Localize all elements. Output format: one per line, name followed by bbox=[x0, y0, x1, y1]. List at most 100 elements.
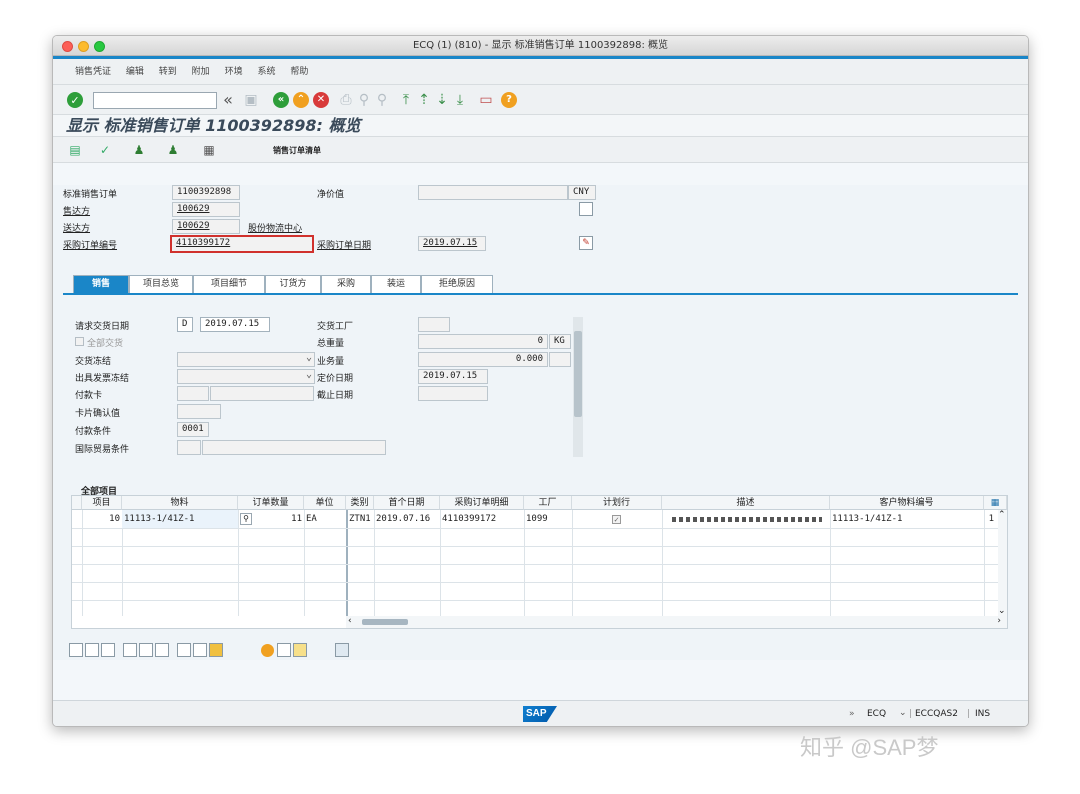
configuration-icon[interactable] bbox=[193, 643, 207, 657]
col-po-item[interactable]: 采购订单明细 bbox=[440, 496, 524, 510]
currency-field[interactable]: CNY bbox=[568, 185, 596, 200]
cell-category[interactable]: ZTN1 bbox=[347, 510, 374, 528]
po-date-label[interactable]: 采购订单日期 bbox=[317, 238, 371, 251]
pricing-icon[interactable] bbox=[177, 643, 191, 657]
enter-check-icon[interactable]: ✓ bbox=[67, 92, 83, 108]
tab-procurement[interactable]: 采购 bbox=[321, 275, 371, 293]
print-icon[interactable]: ⎙ bbox=[338, 92, 354, 108]
cell-plant[interactable]: 1099 bbox=[524, 510, 572, 528]
menu-environment[interactable]: 环境 bbox=[225, 67, 243, 77]
col-description[interactable]: 描述 bbox=[662, 496, 830, 510]
help-icon[interactable]: ? bbox=[501, 92, 517, 108]
deselect-all-icon[interactable] bbox=[139, 643, 153, 657]
cell-first-date[interactable]: 2019.07.16 bbox=[374, 510, 440, 528]
menu-edit[interactable]: 编辑 bbox=[126, 67, 144, 77]
weight-field[interactable]: 0 bbox=[418, 334, 548, 349]
billing-block-dropdown[interactable] bbox=[177, 369, 315, 384]
po-date-field[interactable]: 2019.07.15 bbox=[418, 236, 486, 251]
req-date-field[interactable]: 2019.07.15 bbox=[200, 317, 270, 332]
collapse-command-icon[interactable]: « bbox=[221, 91, 235, 109]
incoterms-field[interactable] bbox=[177, 440, 201, 455]
status-icon[interactable] bbox=[261, 644, 274, 657]
order-list-button[interactable]: 销售订单清单 bbox=[273, 145, 321, 156]
menu-system[interactable]: 系统 bbox=[257, 67, 275, 77]
volume-unit-field[interactable] bbox=[549, 352, 571, 367]
status-system[interactable]: ECQ bbox=[867, 709, 886, 719]
detail-icon[interactable] bbox=[69, 643, 83, 657]
table-hscroll[interactable]: ‹ › bbox=[346, 616, 1007, 628]
config-table-icon[interactable] bbox=[335, 643, 349, 657]
tab-item-overview[interactable]: 项目总览 bbox=[129, 275, 193, 293]
table-settings-icon[interactable]: ▦ bbox=[984, 496, 1007, 510]
col-plant[interactable]: 工厂 bbox=[524, 496, 572, 510]
sort-icon[interactable] bbox=[277, 643, 291, 657]
order-number-field[interactable]: 1100392898 bbox=[172, 185, 240, 200]
tab-reason-rejection[interactable]: 拒绝原因 bbox=[421, 275, 493, 293]
chevron-down-icon[interactable]: ⌄ bbox=[899, 708, 907, 718]
po-number-label[interactable]: 采购订单编号 bbox=[63, 238, 117, 251]
cell-item[interactable]: 10 bbox=[82, 510, 122, 528]
order-list-icon[interactable]: ▦ bbox=[201, 142, 217, 158]
weight-unit-field[interactable]: KG bbox=[549, 334, 571, 349]
tab-shipping[interactable]: 装运 bbox=[371, 275, 421, 293]
cell-unit[interactable]: EA bbox=[304, 510, 346, 528]
status-mode[interactable]: INS bbox=[975, 709, 990, 719]
delivery-block-dropdown[interactable] bbox=[177, 352, 315, 367]
save-icon[interactable]: ▣ bbox=[243, 92, 259, 108]
col-customer-material[interactable]: 客户物料编号 bbox=[830, 496, 984, 510]
check-icon[interactable]: ✓ bbox=[97, 142, 113, 158]
address-icon[interactable] bbox=[579, 202, 593, 216]
payment-terms-field[interactable]: 0001 bbox=[177, 422, 209, 437]
find-icon[interactable]: ⚲ bbox=[356, 92, 372, 108]
sold-to-field[interactable]: 100629 bbox=[172, 202, 240, 217]
menu-goto[interactable]: 转到 bbox=[159, 67, 177, 77]
ship-to-name[interactable]: 股份物流中心 bbox=[248, 221, 302, 234]
close-window-button[interactable] bbox=[62, 41, 73, 52]
net-value-field[interactable] bbox=[418, 185, 568, 200]
select-all-icon[interactable] bbox=[123, 643, 137, 657]
cell-material[interactable]: 11113-1/41Z-1 bbox=[122, 510, 238, 528]
status-arrows[interactable]: » bbox=[849, 709, 855, 719]
scroll-up-icon[interactable]: ⌃ bbox=[998, 510, 1006, 520]
tab-sales[interactable]: 销售 bbox=[73, 275, 129, 293]
ship-to-label[interactable]: 送达方 bbox=[63, 221, 90, 234]
sales-scrollbar[interactable] bbox=[573, 317, 583, 457]
schedule-line-checkbox[interactable]: ✓ bbox=[612, 515, 621, 524]
scroll-down-icon[interactable]: ⌄ bbox=[998, 606, 1006, 616]
pricing-date-field[interactable]: 2019.07.15 bbox=[418, 369, 488, 384]
variant-icon[interactable] bbox=[293, 643, 307, 657]
req-date-type-field[interactable]: D bbox=[177, 317, 193, 332]
card-verify-field[interactable] bbox=[177, 404, 221, 419]
col-first-date[interactable]: 首个日期 bbox=[374, 496, 440, 510]
menu-help[interactable]: 帮助 bbox=[290, 67, 308, 77]
col-unit[interactable]: 单位 bbox=[304, 496, 346, 510]
zoom-window-button[interactable] bbox=[94, 41, 105, 52]
menu-extras[interactable]: 附加 bbox=[192, 67, 210, 77]
col-category[interactable]: 类别 bbox=[346, 496, 374, 510]
cell-po-item[interactable]: 4110399172 bbox=[440, 510, 524, 528]
sales-scrollbar-thumb[interactable] bbox=[574, 331, 582, 417]
po-number-field[interactable]: 4110399172 bbox=[170, 235, 314, 253]
edit-text-icon[interactable]: ✎ bbox=[579, 236, 593, 250]
previous-page-icon[interactable]: ⇡ bbox=[416, 92, 432, 108]
exit-icon[interactable]: ⌃ bbox=[293, 92, 309, 108]
complete-delivery-checkbox[interactable] bbox=[75, 337, 84, 346]
tab-item-detail[interactable]: 项目细节 bbox=[193, 275, 265, 293]
minimize-window-button[interactable] bbox=[78, 41, 89, 52]
cell-customer-material[interactable]: 11113-1/41Z-1 bbox=[830, 510, 984, 528]
col-quantity[interactable]: 订单数量 bbox=[238, 496, 304, 510]
new-session-icon[interactable]: ▭ bbox=[478, 92, 494, 108]
command-field[interactable] bbox=[93, 92, 217, 109]
ship-to-field[interactable]: 100629 bbox=[172, 219, 240, 234]
first-page-icon[interactable]: ⤒ bbox=[398, 92, 414, 108]
col-schedule-line[interactable]: 计划行 bbox=[572, 496, 662, 510]
next-page-icon[interactable]: ⇣ bbox=[434, 92, 450, 108]
table-vscroll[interactable]: ⌃ ⌄ bbox=[998, 510, 1007, 616]
incoterms-location-field[interactable] bbox=[202, 440, 386, 455]
find-next-icon[interactable]: ⚲ bbox=[374, 92, 390, 108]
material-search-icon[interactable]: ⚲ bbox=[240, 513, 252, 525]
scroll-right-icon[interactable]: › bbox=[997, 616, 1001, 626]
col-material[interactable]: 物料 bbox=[122, 496, 238, 510]
insert-row-icon[interactable] bbox=[85, 643, 99, 657]
scroll-left-icon[interactable]: ‹ bbox=[348, 616, 352, 626]
